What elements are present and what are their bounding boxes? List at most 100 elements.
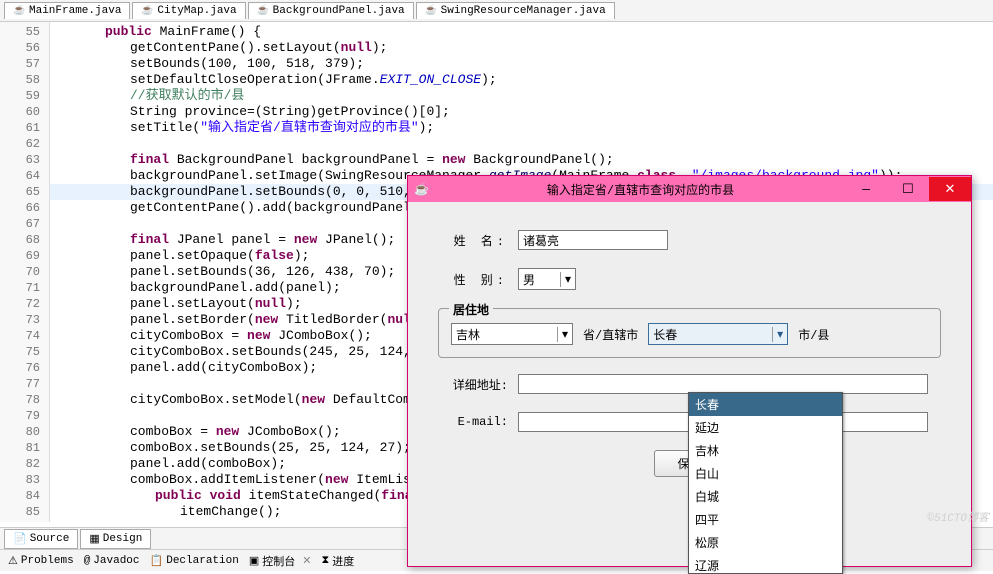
line-number: 63 (6, 152, 40, 168)
javadoc-view[interactable]: @Javadoc (84, 555, 140, 567)
close-button[interactable]: ✕ (929, 177, 971, 201)
java-icon (257, 5, 269, 17)
line-number: 56 (6, 40, 40, 56)
tab-label: SwingResourceManager.java (441, 5, 606, 17)
line-number: 70 (6, 264, 40, 280)
java-icon (425, 5, 437, 17)
code-line[interactable]: setTitle("输入指定省/直辖市查询对应的市县"); (50, 120, 993, 136)
chevron-down-icon: ▾ (557, 327, 568, 342)
line-number: 58 (6, 72, 40, 88)
dropdown-option[interactable]: 白城 (689, 485, 842, 508)
dropdown-option[interactable]: 松原 (689, 531, 842, 554)
java-app-icon: ☕ (414, 181, 430, 197)
console-icon: ▣ (249, 554, 259, 568)
line-number: 76 (6, 360, 40, 376)
code-line[interactable]: getContentPane().setLayout(null); (50, 40, 993, 56)
city-select[interactable]: 长春 ▾ (648, 323, 788, 345)
source-tab[interactable]: 📄 Source (4, 529, 78, 549)
line-gutter: 5556575859606162636465666768697071727374… (0, 22, 50, 522)
close-icon[interactable]: ✕ (302, 554, 311, 568)
code-line[interactable]: final BackgroundPanel backgroundPanel = … (50, 152, 993, 168)
code-line[interactable] (50, 136, 993, 152)
dialog-title: 输入指定省/直辖市查询对应的市县 (436, 181, 845, 198)
dropdown-option[interactable]: 白山 (689, 462, 842, 485)
progress-view[interactable]: ⧗进度 (321, 553, 354, 569)
name-field[interactable] (518, 230, 668, 250)
line-number: 77 (6, 376, 40, 392)
line-number: 64 (6, 168, 40, 184)
java-icon (13, 5, 25, 17)
line-number: 65 (6, 184, 40, 200)
line-number: 67 (6, 216, 40, 232)
dropdown-option[interactable]: 吉林 (689, 439, 842, 462)
design-tab[interactable]: ▦ Design (80, 529, 151, 549)
line-number: 71 (6, 280, 40, 296)
line-number: 61 (6, 120, 40, 136)
line-number: 80 (6, 424, 40, 440)
gender-select[interactable]: 男 ▾ (518, 268, 576, 290)
line-number: 85 (6, 504, 40, 520)
line-number: 73 (6, 312, 40, 328)
line-number: 69 (6, 248, 40, 264)
line-number: 75 (6, 344, 40, 360)
progress-icon: ⧗ (321, 555, 329, 567)
source-icon: 📄 (13, 532, 27, 546)
line-number: 82 (6, 456, 40, 472)
code-line[interactable]: setDefaultCloseOperation(JFrame.EXIT_ON_… (50, 72, 993, 88)
javadoc-icon: @ (84, 555, 91, 567)
email-label: E-mail: (438, 415, 508, 429)
line-number: 62 (6, 136, 40, 152)
dropdown-option[interactable]: 长春 (689, 393, 842, 416)
line-number: 78 (6, 392, 40, 408)
city-suffix-label: 市/县 (798, 326, 829, 343)
name-label: 姓 名: (438, 232, 508, 249)
line-number: 59 (6, 88, 40, 104)
dropdown-option[interactable]: 辽源 (689, 554, 842, 573)
watermark: ©51CTO博客 (927, 509, 989, 525)
line-number: 72 (6, 296, 40, 312)
tab-label: BackgroundPanel.java (273, 5, 405, 17)
code-line[interactable]: //获取默认的市/县 (50, 88, 993, 104)
line-number: 60 (6, 104, 40, 120)
residence-fieldset: 居住地 吉林 ▾ 省/直辖市 长春 ▾ 市/县 (438, 308, 941, 358)
residence-legend: 居住地 (449, 301, 493, 318)
line-number: 83 (6, 472, 40, 488)
line-number: 57 (6, 56, 40, 72)
console-view[interactable]: ▣控制台✕ (249, 553, 312, 569)
chevron-down-icon: ▾ (560, 272, 571, 287)
line-number: 68 (6, 232, 40, 248)
line-number: 55 (6, 24, 40, 40)
province-select[interactable]: 吉林 ▾ (451, 323, 573, 345)
gender-label: 性 别: (438, 271, 508, 288)
tab-label: CityMap.java (157, 5, 236, 17)
line-number: 84 (6, 488, 40, 504)
problems-view[interactable]: ⚠Problems (8, 554, 74, 568)
code-line[interactable]: setBounds(100, 100, 518, 379); (50, 56, 993, 72)
address-label: 详细地址: (438, 376, 508, 393)
code-line[interactable]: public MainFrame() { (50, 24, 993, 40)
line-number: 79 (6, 408, 40, 424)
line-number: 66 (6, 200, 40, 216)
province-suffix-label: 省/直辖市 (583, 326, 638, 343)
city-dropdown-list[interactable]: 长春延边吉林白山白城四平松原辽源 (688, 392, 843, 574)
tab-label: MainFrame.java (29, 5, 121, 17)
tab-citymap[interactable]: CityMap.java (132, 2, 245, 19)
tab-mainframe[interactable]: MainFrame.java (4, 2, 130, 19)
address-field[interactable] (518, 374, 928, 394)
dropdown-option[interactable]: 延边 (689, 416, 842, 439)
declaration-icon: 📋 (150, 554, 164, 568)
problems-icon: ⚠ (8, 554, 18, 568)
chevron-down-icon: ▾ (772, 327, 783, 342)
line-number: 81 (6, 440, 40, 456)
design-icon: ▦ (89, 532, 99, 546)
maximize-button[interactable]: ☐ (887, 177, 929, 201)
declaration-view[interactable]: 📋Declaration (150, 554, 239, 568)
code-line[interactable]: String province=(String)getProvince()[0]… (50, 104, 993, 120)
tab-swingresourcemanager[interactable]: SwingResourceManager.java (416, 2, 615, 19)
dropdown-option[interactable]: 四平 (689, 508, 842, 531)
tab-backgroundpanel[interactable]: BackgroundPanel.java (248, 2, 414, 19)
java-icon (141, 5, 153, 17)
editor-tabs: MainFrame.java CityMap.java BackgroundPa… (0, 0, 993, 22)
dialog-titlebar[interactable]: ☕ 输入指定省/直辖市查询对应的市县 — ☐ ✕ (408, 176, 971, 202)
minimize-button[interactable]: — (845, 177, 887, 201)
